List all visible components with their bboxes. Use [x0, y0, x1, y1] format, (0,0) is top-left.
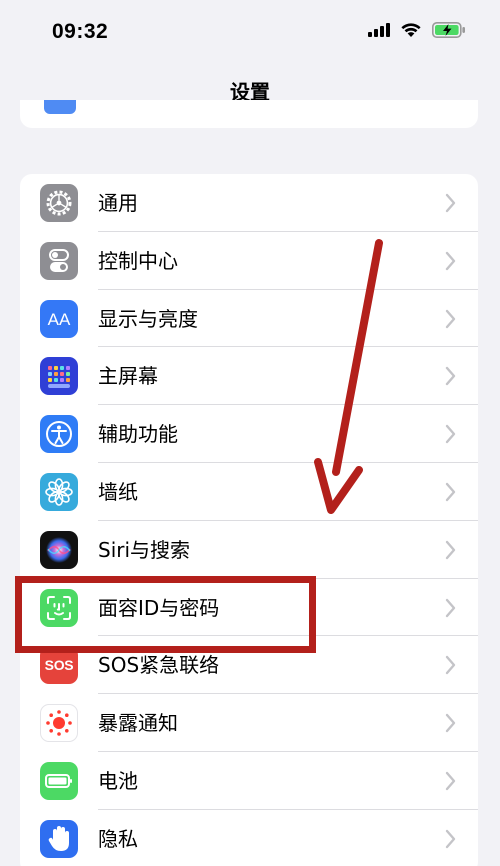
settings-group: 通用 控制中心 AA 显示与亮度 主屏幕 辅助功能 墙纸 Siri与搜索 面容I… — [20, 174, 478, 866]
toggle-switches-icon — [40, 241, 78, 280]
chevron-right-icon — [445, 424, 456, 444]
battery-icon — [40, 761, 78, 800]
siri-orb-icon — [40, 530, 78, 569]
chevron-right-icon — [445, 598, 456, 617]
exposure-dots-icon — [40, 704, 78, 743]
settings-row-accessibility[interactable]: 辅助功能 — [20, 405, 478, 463]
cellular-signal-icon — [368, 23, 390, 37]
settings-row-label: SOS紧急联络 — [98, 653, 220, 678]
settings-row-control-center[interactable]: 控制中心 — [20, 232, 478, 290]
previous-settings-group-edge — [20, 100, 478, 128]
chevron-right-icon — [445, 367, 456, 386]
settings-row-label: 通用 — [98, 191, 138, 215]
settings-row-siri[interactable]: Siri与搜索 — [20, 521, 478, 579]
settings-row-label: 控制中心 — [98, 248, 178, 273]
settings-row-label: Siri与搜索 — [98, 537, 191, 562]
status-icons — [368, 22, 466, 38]
sos-icon-text: SOS — [44, 657, 74, 674]
text-size-aa-icon: AA — [40, 299, 78, 338]
chevron-right-icon — [445, 251, 456, 270]
settings-row-wallpaper[interactable]: 墙纸 — [20, 463, 478, 521]
accessibility-person-icon — [40, 415, 78, 454]
chevron-right-icon — [445, 482, 456, 502]
status-bar: 09:32 — [0, 0, 500, 64]
settings-row-home-screen[interactable]: 主屏幕 — [20, 347, 478, 406]
partial-row-icon — [44, 100, 76, 114]
chevron-right-icon — [445, 771, 456, 791]
annotation-highlight-box — [15, 576, 316, 653]
chevron-right-icon — [445, 193, 456, 213]
settings-row-label: 显示与亮度 — [98, 306, 198, 331]
settings-row-display[interactable]: AA 显示与亮度 — [20, 290, 478, 348]
settings-row-privacy[interactable]: 隐私 — [20, 810, 478, 866]
settings-row-label: 主屏幕 — [98, 364, 158, 389]
chevron-right-icon — [445, 309, 456, 328]
chevron-right-icon — [445, 713, 456, 733]
flower-icon — [40, 472, 78, 511]
hand-icon — [40, 819, 78, 858]
chevron-right-icon — [445, 540, 456, 559]
battery-charging-icon — [432, 22, 465, 38]
settings-row-label: 墙纸 — [98, 479, 138, 504]
settings-row-battery[interactable]: 电池 — [20, 752, 478, 810]
settings-row-exposure[interactable]: 暴露通知 — [20, 694, 478, 752]
chevron-right-icon — [445, 829, 456, 848]
settings-row-label: 辅助功能 — [98, 422, 178, 447]
svg-text:AA: AA — [48, 310, 71, 329]
gear-icon — [40, 184, 78, 222]
app-grid-icon — [40, 357, 78, 396]
status-time: 09:32 — [52, 20, 109, 43]
settings-row-label: 隐私 — [98, 826, 138, 851]
settings-row-general[interactable]: 通用 — [20, 174, 478, 232]
wifi-icon — [401, 23, 421, 37]
chevron-right-icon — [445, 656, 456, 675]
settings-row-label: 暴露通知 — [98, 711, 178, 736]
settings-row-label: 电池 — [98, 768, 138, 793]
